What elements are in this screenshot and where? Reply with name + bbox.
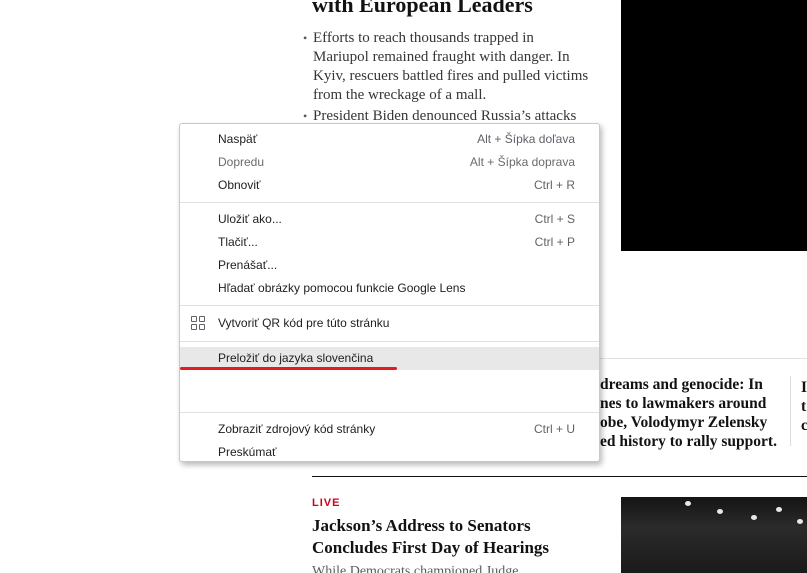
headline-line: Jackson’s Address to Senators — [312, 516, 531, 535]
menu-separator — [180, 202, 599, 203]
section-divider — [312, 476, 807, 477]
menu-item-label: Vytvoriť QR kód pre túto stránku — [218, 316, 390, 330]
menu-item-empty — [180, 393, 599, 407]
story-line: obe, Volodymyr Zelensky — [600, 414, 768, 431]
story-headline[interactable]: dreams and genocide: In nes to lawmakers… — [600, 375, 790, 451]
menu-separator — [180, 341, 599, 342]
menu-item-label: Dopredu — [218, 155, 265, 169]
summary-line: Kyiv, rescuers battled fires and pulled … — [313, 68, 589, 84]
menu-item-view-source[interactable]: Zobraziť zdrojový kód stránky Ctrl + U — [180, 418, 599, 441]
bullet-icon: • — [303, 31, 308, 45]
story-line: nes to lawmakers around — [600, 395, 767, 412]
story-line: dreams and genocide: In — [600, 376, 763, 393]
menu-item-label: Obnoviť — [218, 178, 261, 192]
menu-item-google-lens[interactable]: Hľadať obrázky pomocou funkcie Google Le… — [180, 277, 599, 300]
article-headline[interactable]: with European Leaders — [312, 0, 612, 18]
column-divider — [790, 376, 791, 446]
menu-item-empty — [180, 370, 599, 393]
menu-item-reload[interactable]: Obnoviť Ctrl + R — [180, 174, 599, 197]
headline-line: Concludes First Day of Hearings — [312, 538, 550, 557]
menu-item-label: Prenášať... — [218, 258, 278, 272]
menu-item-label: Naspäť — [218, 132, 258, 146]
menu-item-save-as[interactable]: Uložiť ako... Ctrl + S — [180, 208, 599, 231]
clipped-text: Itc — [801, 379, 807, 434]
summary-line: Efforts to reach thousands trapped in — [313, 30, 534, 46]
menu-item-cast[interactable]: Prenášať... — [180, 254, 599, 277]
summary-bullet: • Efforts to reach thousands trapped in … — [303, 29, 613, 105]
menu-item-label: Preskúmať — [218, 445, 277, 459]
menu-item-label: Zobraziť zdrojový kód stránky — [218, 422, 376, 436]
menu-item-forward[interactable]: Dopredu Alt + Šípka doprava — [180, 151, 599, 174]
menu-item-label: Uložiť ako... — [218, 212, 282, 226]
article-summary-list: • Efforts to reach thousands trapped in … — [303, 29, 613, 128]
live-story-photo[interactable] — [621, 497, 807, 573]
menu-separator — [180, 412, 599, 413]
menu-item-shortcut: Alt + Šípka doprava — [469, 155, 575, 169]
menu-item-back[interactable]: Naspäť Alt + Šípka doľava — [180, 128, 599, 151]
menu-separator — [180, 305, 599, 306]
menu-item-label: Hľadať obrázky pomocou funkcie Google Le… — [218, 281, 466, 295]
menu-item-print[interactable]: Tlačiť... Ctrl + P — [180, 231, 599, 254]
menu-item-shortcut: Ctrl + S — [534, 212, 575, 226]
menu-item-shortcut: Alt + Šípka doľava — [477, 132, 575, 146]
qr-code-icon — [191, 316, 206, 331]
annotation-underline — [180, 367, 397, 370]
live-badge: LIVE — [312, 497, 341, 509]
menu-item-qr-code[interactable]: Vytvoriť QR kód pre túto stránku — [180, 311, 599, 336]
context-menu: Naspäť Alt + Šípka doľava Dopredu Alt + … — [179, 123, 600, 462]
summary-line: from the wreckage of a mall. — [313, 87, 487, 103]
menu-item-inspect[interactable]: Preskúmať — [180, 441, 599, 464]
menu-item-shortcut: Ctrl + P — [534, 235, 575, 249]
article-image[interactable] — [621, 0, 807, 251]
menu-item-shortcut: Ctrl + R — [533, 178, 575, 192]
live-story-summary: While Democrats championed Judge — [312, 564, 519, 573]
menu-item-label: Tlačiť... — [218, 235, 258, 249]
divider — [590, 358, 807, 359]
live-story-headline[interactable]: Jackson’s Address to Senators Concludes … — [312, 515, 612, 559]
menu-item-shortcut: Ctrl + U — [533, 422, 575, 436]
story-line: ed history to rally support. — [600, 433, 777, 450]
summary-line: Mariupol remained fraught with danger. I… — [313, 49, 570, 65]
